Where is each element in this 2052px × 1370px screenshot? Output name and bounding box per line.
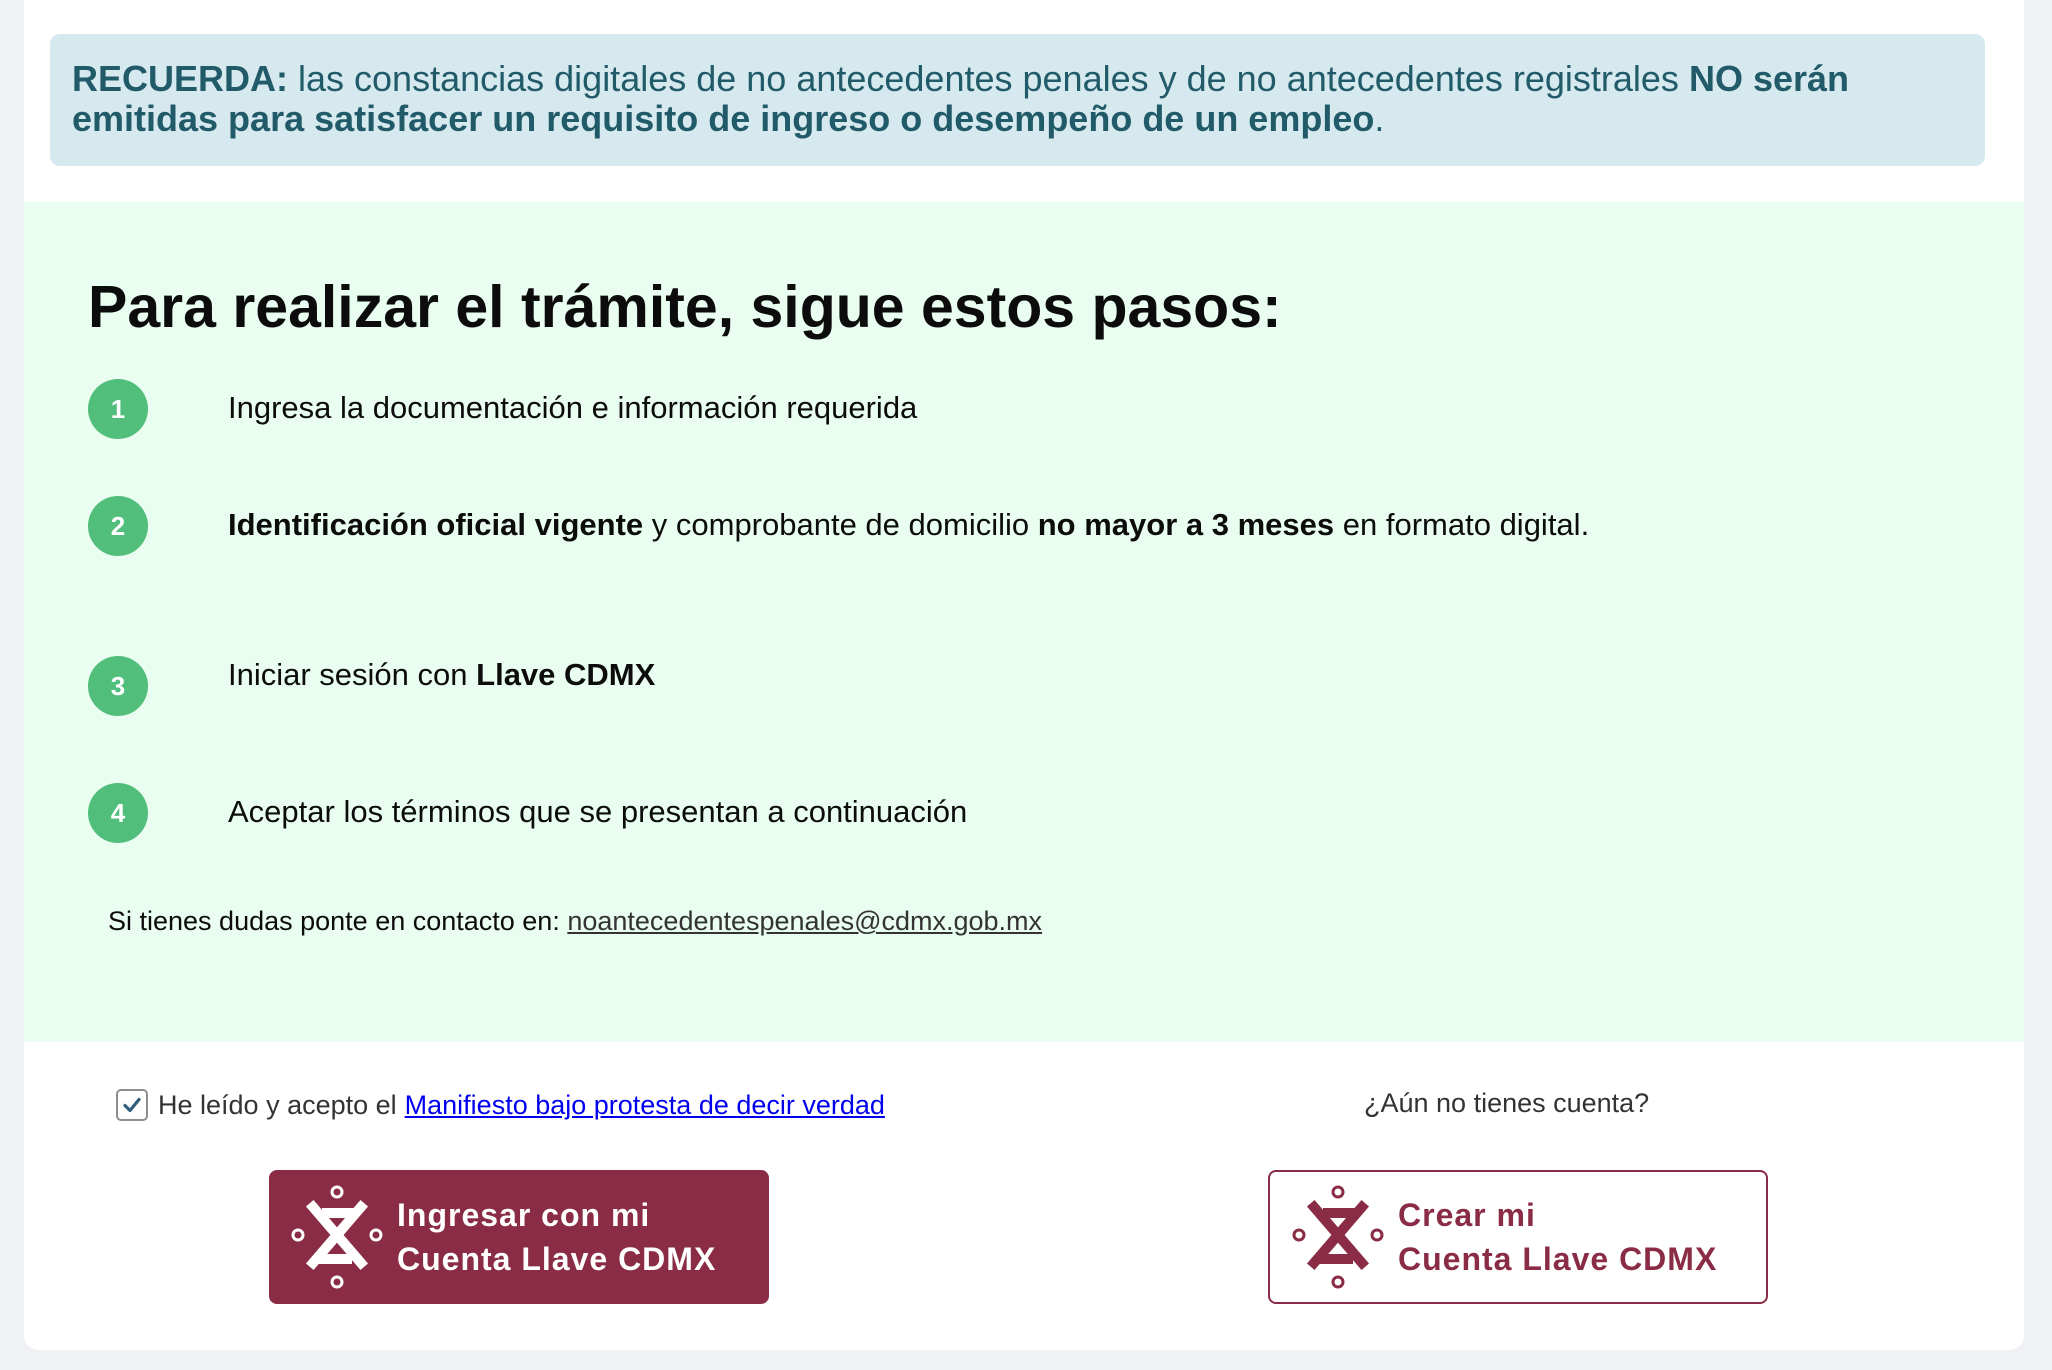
login-button-line2: Cuenta Llave CDMX (397, 1241, 717, 1277)
login-button-line1: Ingresar con mi (397, 1197, 651, 1233)
agreement-row: He leído y acepto el Manifiesto bajo pro… (116, 1089, 885, 1121)
main-card: RECUERDA: las constancias digitales de n… (24, 0, 2024, 1350)
llave-cdmx-logo-icon (1292, 1185, 1384, 1289)
step-number-badge: 4 (88, 783, 148, 843)
no-account-text: ¿Aún no tienes cuenta? (1364, 1088, 1650, 1118)
step-text: Ingresa la documentación e información r… (228, 390, 918, 425)
step-number-badge: 3 (88, 656, 148, 716)
step-plain-text: en formato digital. (1342, 507, 1590, 542)
checkmark-icon (123, 1097, 141, 1113)
agreement-text: He leído y acepto el (158, 1089, 397, 1120)
step-bold-text: Identificación oficial vigente (228, 507, 644, 542)
manifesto-link[interactable]: Manifiesto bajo protesta de decir verdad (405, 1090, 885, 1121)
step-number-badge: 2 (88, 496, 148, 556)
alert-end: . (1374, 98, 1385, 139)
llave-cdmx-logo-icon (291, 1185, 383, 1289)
step-text: Identificación oficial vigente y comprob… (228, 506, 1628, 544)
contact-label: Si tienes dudas ponte en contacto en: (108, 906, 560, 936)
step-plain-text: y comprobante de domicilio (651, 507, 1030, 542)
steps-title: Para realizar el trámite, sigue estos pa… (88, 274, 1282, 340)
step-text: Aceptar los términos que se presentan a … (228, 794, 968, 829)
alert-label: RECUERDA: (72, 58, 288, 99)
create-button-line1: Crear mi (1398, 1197, 1536, 1233)
reminder-alert: RECUERDA: las constancias digitales de n… (50, 34, 1985, 166)
agreement-checkbox[interactable] (116, 1089, 148, 1121)
step-plain-text: Iniciar sesión con (228, 657, 468, 692)
step-bold-text: Llave CDMX (476, 657, 656, 692)
alert-text: las constancias digitales de no antecede… (298, 58, 1679, 99)
step-number-badge: 1 (88, 379, 148, 439)
login-llave-cdmx-button[interactable]: Ingresar con mi Cuenta Llave CDMX (269, 1170, 769, 1304)
step-text: Iniciar sesión con Llave CDMX (228, 656, 1628, 694)
step-bold-text: no mayor a 3 meses (1037, 507, 1335, 542)
contact-line: Si tienes dudas ponte en contacto en: no… (108, 906, 1042, 937)
login-button-label: Ingresar con mi Cuenta Llave CDMX (397, 1193, 716, 1281)
create-button-label: Crear mi Cuenta Llave CDMX (1398, 1193, 1717, 1281)
contact-email-link[interactable]: noantecedentespenales@cdmx.gob.mx (567, 906, 1042, 936)
create-llave-cdmx-button[interactable]: Crear mi Cuenta Llave CDMX (1268, 1170, 1768, 1304)
create-button-line2: Cuenta Llave CDMX (1398, 1241, 1718, 1277)
steps-section: Para realizar el trámite, sigue estos pa… (24, 202, 2024, 1042)
